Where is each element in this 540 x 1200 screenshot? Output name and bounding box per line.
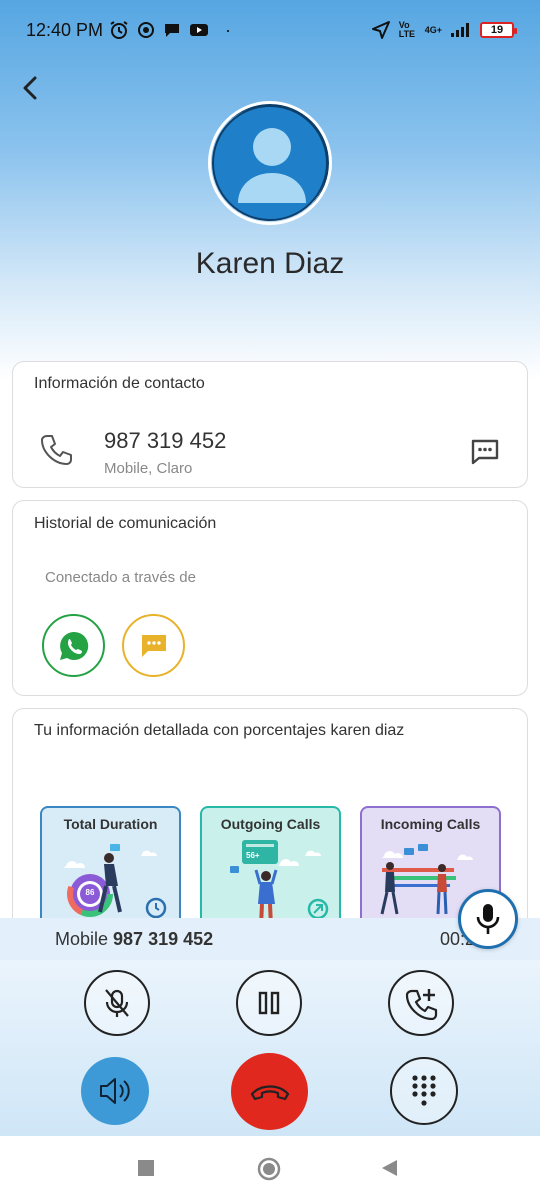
alarm-icon [110, 21, 128, 39]
mute-button[interactable] [84, 970, 150, 1036]
call-type-label: Mobile [55, 928, 109, 949]
chat-notification-icon [165, 24, 180, 37]
speaker-button[interactable] [81, 1057, 149, 1125]
add-call-icon [405, 989, 438, 1020]
end-call-icon [250, 1084, 289, 1100]
keypad-button[interactable] [390, 1057, 458, 1125]
sms-channel-button[interactable] [122, 614, 185, 677]
total-duration-illustration [64, 844, 167, 919]
pause-icon [258, 991, 280, 1015]
history-title: Historial de comunicación [34, 515, 217, 532]
total-duration-badge: 86 [85, 888, 95, 897]
back-button[interactable] [14, 70, 46, 106]
system-navigation-bar [0, 1136, 540, 1200]
recents-button[interactable] [136, 1158, 156, 1178]
signal-icon [451, 23, 469, 37]
mic-off-icon [105, 989, 129, 1017]
person-icon [238, 128, 306, 203]
outgoing-calls-title: Outgoing Calls [220, 816, 321, 832]
status-notification-icons: · [109, 20, 231, 41]
sms-icon [141, 634, 166, 657]
voice-assistant-button[interactable] [458, 889, 518, 949]
battery-indicator: 19 [480, 22, 517, 38]
send-message-button[interactable] [465, 432, 505, 472]
detailed-info-card: Tu información detallada con porcentajes… [12, 708, 528, 938]
contact-info-title: Información de contacto [34, 375, 205, 392]
message-icon [471, 439, 499, 465]
triangle-back-icon [382, 1160, 397, 1176]
status-bar: 12:40 PM · Vo LTE 4G+ 19 [0, 0, 540, 60]
square-icon [138, 1160, 154, 1176]
contact-info-card: Información de contacto 987 319 452 Mobi… [12, 361, 528, 488]
mic-icon [476, 904, 500, 934]
network-type: 4G+ [424, 25, 442, 35]
youtube-icon [190, 24, 209, 36]
status-system-icons: Vo LTE 4G+ 19 [371, 20, 517, 40]
volte-label: Vo LTE [398, 20, 416, 39]
speaker-icon [100, 1078, 130, 1104]
avatar-ring [208, 101, 332, 225]
incoming-calls-title: Incoming Calls [380, 816, 481, 832]
home-button[interactable] [256, 1156, 282, 1182]
chevron-left-icon [23, 76, 37, 100]
avatar [212, 105, 328, 221]
location-icon [371, 21, 390, 39]
app-notification-icon [138, 22, 155, 38]
contact-phone-subtitle: Mobile, Claro [104, 460, 193, 477]
hold-button[interactable] [236, 970, 302, 1036]
status-time: 12:40 PM [26, 19, 104, 40]
contact-name: Karen Diaz [195, 247, 345, 280]
keypad-icon [412, 1075, 436, 1106]
home-circle-icon [257, 1157, 281, 1181]
end-call-button[interactable] [231, 1053, 308, 1130]
outgoing-ticket-label: 56+ [246, 851, 260, 860]
total-duration-card[interactable]: Total Duration 86 [40, 806, 181, 924]
outgoing-calls-illustration [230, 840, 329, 924]
call-controls [0, 960, 540, 1136]
total-duration-title: Total Duration [63, 816, 158, 832]
more-notifications-dot: · [225, 19, 232, 40]
outgoing-calls-card[interactable]: Outgoing Calls 56+ [200, 806, 341, 924]
communication-history-card: Historial de comunicación Conectado a tr… [12, 500, 528, 696]
phone-icon [41, 435, 72, 465]
connected-via-label: Conectado a través de [45, 569, 196, 586]
detailed-info-title: Tu información detallada con porcentajes… [34, 722, 405, 739]
whatsapp-icon [59, 631, 88, 660]
back-nav-button[interactable] [378, 1158, 400, 1178]
whatsapp-channel-button[interactable] [42, 614, 105, 677]
contact-phone-number[interactable]: 987 319 452 [104, 428, 226, 454]
add-call-button[interactable] [388, 970, 454, 1036]
call-number: 987 319 452 [113, 928, 214, 949]
